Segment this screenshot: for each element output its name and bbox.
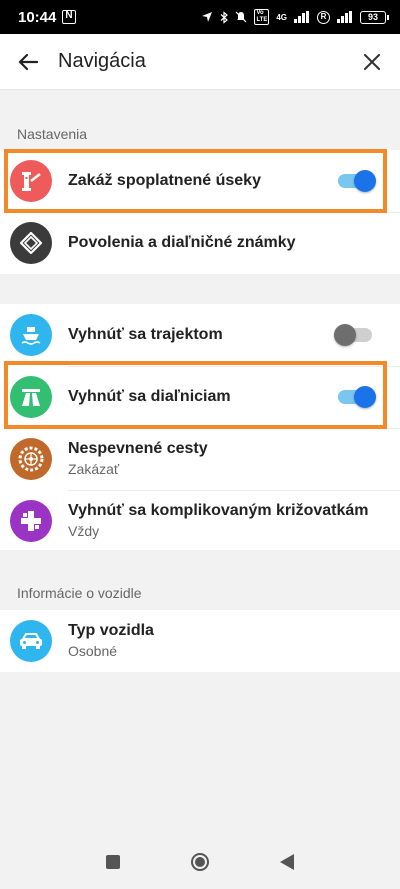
mute-icon [236,11,247,23]
section-header-vehicle: Informácie o vozidle [17,585,142,601]
system-nav-bar [0,840,400,889]
app-bar: Navigácia [0,34,400,90]
status-bar: 10:44 VoLTE 4G R 93 [0,0,400,34]
row-subtitle: Osobné [68,643,118,659]
intersection-icon [10,500,52,542]
row-permits-vignettes[interactable]: Povolenia a diaľničné známky [0,212,400,274]
row-title: Typ vozidla [68,622,154,639]
row-avoid-ferries[interactable]: Vyhnúť sa trajektom [0,304,400,366]
row-title: Nespevnené cesty [68,440,208,457]
row-vehicle-type[interactable]: Typ vozidla Osobné [0,610,400,672]
row-title: Vyhnúť sa trajektom [68,326,223,343]
roaming-icon: R [317,10,330,24]
row-unpaved-roads[interactable]: Nespevnené cesty Zakázať [0,428,400,490]
diamond-road-sign-icon [10,222,52,264]
row-title: Vyhnúť sa komplikovaným križovatkám [68,502,369,519]
row-complex-intersections[interactable]: Vyhnúť sa komplikovaným križovatkám Vždy [0,490,400,552]
row-subtitle: Vždy [68,523,100,539]
avoid-ferries-toggle[interactable] [334,324,372,346]
circle-icon [191,853,209,871]
ferry-icon [10,314,52,356]
location-icon [202,12,213,22]
battery-icon: 93 [360,10,389,24]
network-type: 4G [276,12,287,22]
status-time: 10:44 [18,8,57,26]
back-button[interactable] [0,34,56,90]
row-subtitle: Zakázať [68,461,120,477]
home-button[interactable] [190,852,210,877]
car-icon [10,620,52,662]
recents-button[interactable] [106,855,120,874]
section-header-settings: Nastavenia [17,126,88,142]
highlight-box-highways [4,361,387,429]
row-title: Povolenia a diaľničné známky [68,234,296,251]
square-icon [106,855,120,869]
highlight-box-tolls [4,149,387,213]
bluetooth-icon [221,10,229,24]
arrow-left-icon [18,53,38,70]
signal-icon-2 [337,11,352,23]
triangle-back-icon [280,854,294,870]
back-nav-button[interactable] [280,854,294,875]
page-title: Navigácia [58,50,146,72]
close-button[interactable] [358,48,386,76]
nfc-icon [62,10,77,24]
close-icon [364,54,380,70]
signal-icon [294,11,309,23]
wheel-icon [10,438,52,480]
volte-badge: Vo LTE [254,9,270,25]
